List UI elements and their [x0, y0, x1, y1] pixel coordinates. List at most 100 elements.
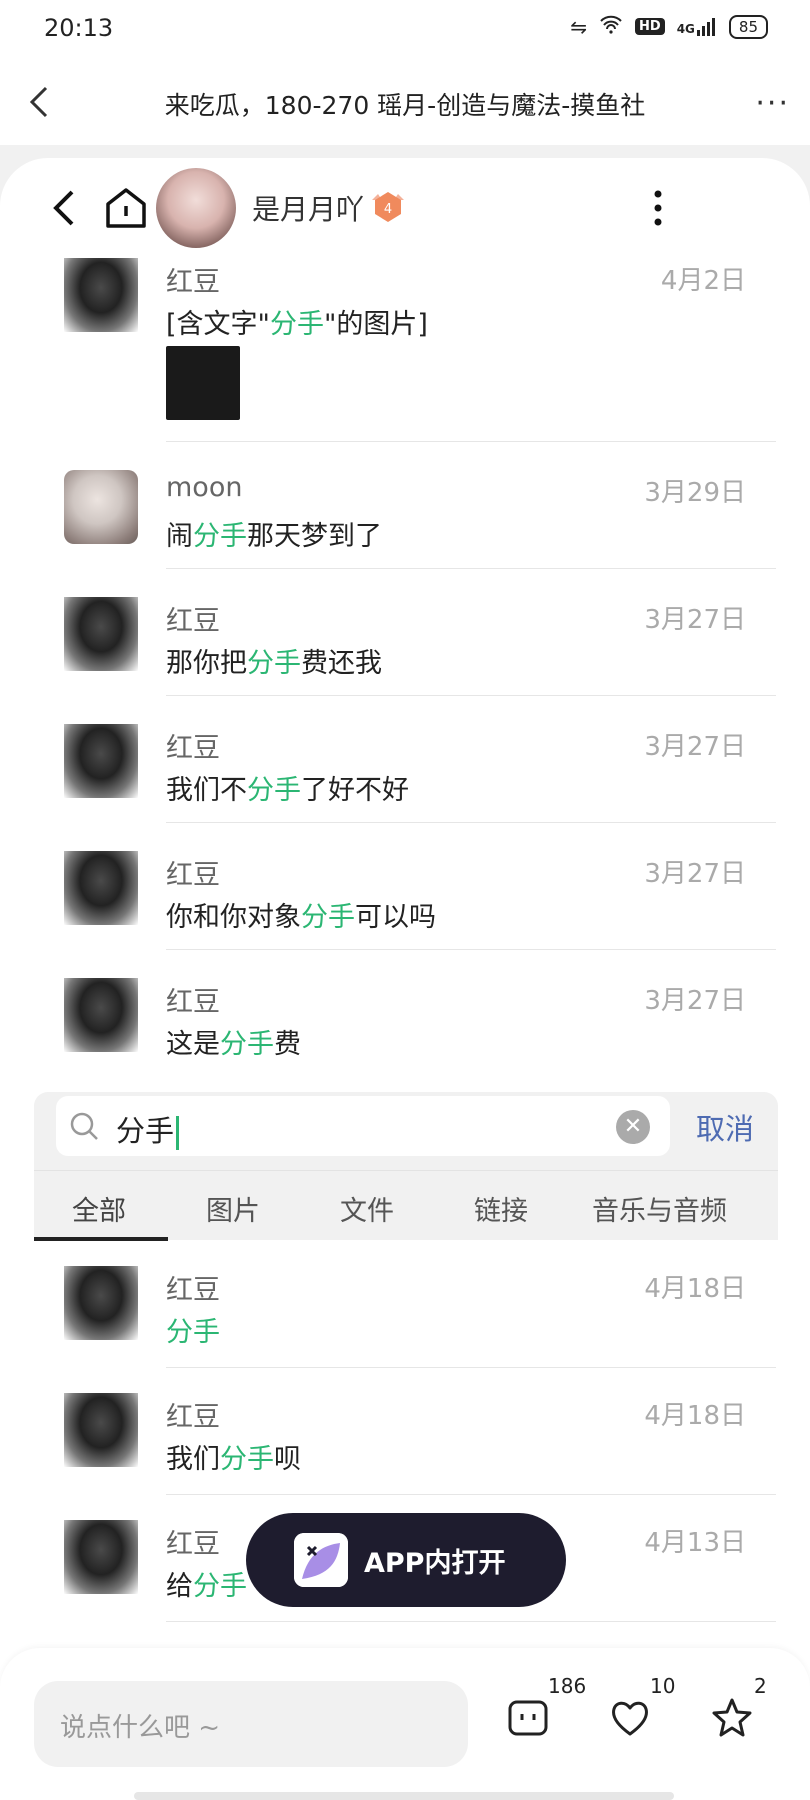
message-date: 4月18日: [644, 1274, 746, 1304]
message-text: 给分手: [166, 1571, 247, 1602]
active-tab-indicator: [34, 1237, 168, 1241]
sender-name: 红豆: [166, 860, 220, 891]
status-time: 20:13: [44, 14, 114, 42]
keyword-highlight: 分手: [269, 309, 324, 340]
sender-avatar[interactable]: [64, 597, 138, 671]
status-bar: 20:13 ⇋ HD 4G 85: [0, 0, 810, 60]
search-input[interactable]: 分手 ✕: [56, 1096, 670, 1156]
like-button[interactable]: 10: [608, 1674, 675, 1744]
message-date: 3月27日: [644, 605, 746, 635]
comment-placeholder: 说点什么吧 ~: [60, 1713, 221, 1743]
sender-avatar[interactable]: [64, 1393, 138, 1467]
level-number: 4: [384, 202, 392, 217]
sender-avatar[interactable]: [64, 978, 138, 1052]
divider: [166, 949, 776, 950]
vertical-more-icon[interactable]: [652, 188, 664, 228]
message-text: 你和你对象分手可以吗: [166, 902, 436, 933]
home-indicator: [134, 1792, 674, 1800]
divider: [166, 1494, 776, 1495]
search-query: 分手: [116, 1108, 180, 1150]
star-icon: [712, 1698, 752, 1737]
page-title: 来吃瓜，180-270 瑶月-创造与魔法-摸鱼社: [164, 91, 646, 120]
divider: [166, 441, 776, 442]
hd-icon: HD: [635, 18, 665, 35]
wifi-icon: [599, 14, 623, 39]
app-logo-icon: [294, 1533, 348, 1587]
comment-button[interactable]: 186: [506, 1674, 586, 1744]
message-text: 分手: [166, 1310, 220, 1349]
keyword-highlight: 分手: [193, 521, 247, 552]
keyword-highlight: 分手: [301, 902, 355, 933]
keyword-highlight: 分手: [220, 1444, 274, 1475]
image-thumbnail[interactable]: [166, 346, 240, 420]
more-icon[interactable]: ···: [755, 86, 790, 121]
sender-name: 红豆: [166, 1529, 220, 1560]
search-icon: [68, 1110, 100, 1142]
message-text: 我们不分手了好不好: [166, 775, 409, 806]
tab-all[interactable]: 全部: [72, 1189, 126, 1228]
sender-avatar[interactable]: [64, 851, 138, 925]
sender-avatar[interactable]: [64, 724, 138, 798]
avatar[interactable]: [156, 168, 236, 248]
comment-input[interactable]: 说点什么吧 ~: [34, 1681, 468, 1767]
divider: [166, 1621, 776, 1622]
sender-avatar[interactable]: [64, 470, 138, 544]
keyword-highlight: 分手: [166, 1317, 220, 1348]
message-date: 4月13日: [644, 1528, 746, 1558]
message-date: 3月27日: [644, 986, 746, 1016]
cancel-button[interactable]: 取消: [696, 1106, 754, 1148]
tab-files[interactable]: 文件: [340, 1189, 394, 1228]
message-text: [含文字"分手"的图片]: [166, 309, 428, 340]
tab-links[interactable]: 链接: [474, 1189, 528, 1228]
network-type: 4G: [676, 21, 695, 36]
sender-avatar[interactable]: [64, 1266, 138, 1340]
sender-name: 红豆: [166, 267, 220, 298]
keyword-highlight: 分手: [247, 775, 301, 806]
signal-icon: 4G: [676, 17, 717, 36]
mute-vibrate-icon: ⇋: [570, 14, 588, 39]
open-in-app-label: APP内打开: [364, 1548, 506, 1579]
back-icon[interactable]: [20, 80, 60, 124]
sender-name: moon: [166, 472, 243, 503]
keyword-highlight: 分手: [193, 1571, 247, 1602]
star-count: 2: [754, 1674, 767, 1698]
home-icon[interactable]: [104, 184, 148, 232]
sender-name: 红豆: [166, 733, 220, 764]
filter-tabs: 全部 图片 文件 链接 音乐与音频: [34, 1170, 778, 1241]
divider: [166, 695, 776, 696]
like-count: 10: [650, 1674, 676, 1698]
message-date: 3月27日: [644, 859, 746, 889]
message-text: 我们分手呗: [166, 1444, 301, 1475]
message-date: 4月18日: [644, 1401, 746, 1431]
status-icons: ⇋ HD 4G 85: [570, 14, 768, 39]
level-badge: 4: [370, 190, 406, 224]
heart-icon: [612, 1701, 648, 1736]
chat-header: 是月月吖 4: [0, 158, 810, 258]
sender-name: 红豆: [166, 987, 220, 1018]
divider: [166, 568, 776, 569]
keyword-highlight: 分手: [247, 648, 301, 679]
tab-music-audio[interactable]: 音乐与音频: [592, 1189, 727, 1228]
sender-name: 红豆: [166, 606, 220, 637]
divider: [166, 822, 776, 823]
top-nav: 来吃瓜，180-270 瑶月-创造与魔法-摸鱼社 ···: [0, 60, 810, 145]
text-cursor: [176, 1116, 180, 1150]
message-text: 这是分手费: [166, 1029, 301, 1060]
message-date: 4月2日: [660, 266, 746, 296]
clear-icon[interactable]: ✕: [616, 1110, 650, 1144]
chat-back-icon[interactable]: [48, 186, 80, 230]
message-text: 闹分手那天梦到了: [166, 521, 382, 552]
chat-user-name[interactable]: 是月月吖: [252, 188, 364, 228]
sender-avatar[interactable]: [64, 1520, 138, 1594]
keyword-highlight: 分手: [220, 1029, 274, 1060]
battery-icon: 85: [728, 14, 768, 39]
favorite-button[interactable]: 2: [710, 1674, 767, 1744]
open-in-app-button[interactable]: APP内打开: [246, 1513, 566, 1607]
tab-images[interactable]: 图片: [206, 1189, 260, 1228]
sender-name: 红豆: [166, 1275, 220, 1306]
bottom-bar: 说点什么吧 ~ 186 10 2: [0, 1648, 810, 1800]
message-text: 那你把分手费还我: [166, 648, 382, 679]
sender-name: 红豆: [166, 1402, 220, 1433]
search-panel: 分手 ✕ 取消 全部 图片 文件 链接 音乐与音频: [34, 1092, 778, 1241]
sender-avatar[interactable]: [64, 258, 138, 332]
